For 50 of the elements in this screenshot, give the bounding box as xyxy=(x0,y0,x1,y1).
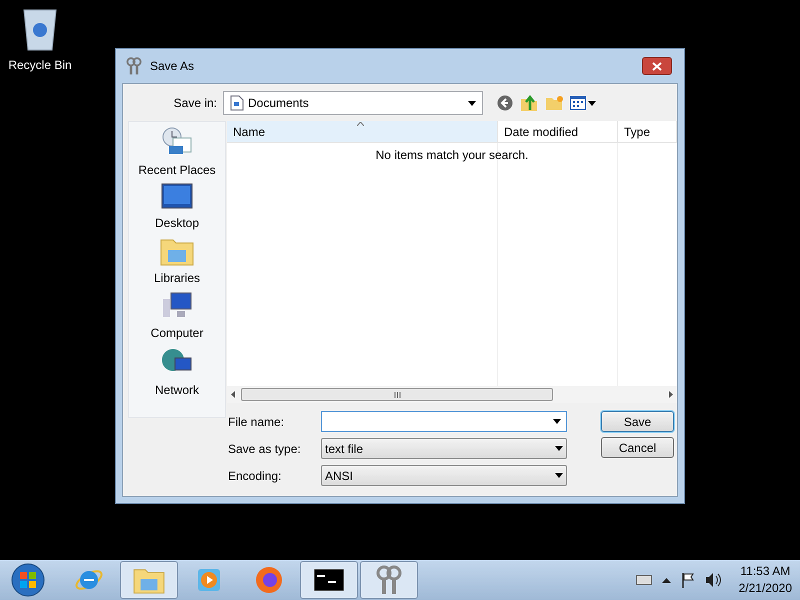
column-header[interactable]: Date modified xyxy=(498,121,618,142)
taskbar-button[interactable] xyxy=(300,561,358,599)
scroll-right-icon[interactable] xyxy=(669,391,673,398)
dropdown-arrow-icon xyxy=(555,473,563,478)
dropdown-arrow-icon xyxy=(553,419,561,424)
place-label[interactable]: Desktop xyxy=(154,214,200,232)
column-header[interactable]: Type xyxy=(618,121,677,142)
save-in-value: Documents xyxy=(248,95,310,112)
windows-logo-icon xyxy=(11,563,45,597)
place-label[interactable]: Computer xyxy=(150,324,204,342)
keys-icon[interactable] xyxy=(376,565,402,595)
fox-globe-icon[interactable] xyxy=(254,565,284,595)
desktop-icon-label[interactable]: Recycle Bin xyxy=(8,56,72,74)
folder-up-icon[interactable] xyxy=(520,94,538,112)
file-name-field[interactable] xyxy=(321,411,567,432)
close-button[interactable] xyxy=(642,57,672,75)
document-icon xyxy=(230,95,244,111)
close-icon xyxy=(652,62,662,70)
dropdown-arrow-icon xyxy=(588,100,596,106)
place-label[interactable]: Libraries xyxy=(154,269,200,287)
keys-icon xyxy=(126,57,142,75)
scroll-left-icon[interactable] xyxy=(231,391,235,398)
dropdown-arrow-icon xyxy=(555,446,563,451)
place-label[interactable]: Network xyxy=(154,381,199,399)
speaker-icon[interactable] xyxy=(704,572,721,588)
dialog-button[interactable]: Cancel xyxy=(601,437,674,458)
field-label: Encoding: xyxy=(227,468,282,484)
clock[interactable]: 11:53 AM 2/21/2020 xyxy=(738,563,792,597)
flag-icon[interactable] xyxy=(680,572,695,588)
empty-message: No items match your search. xyxy=(374,147,530,164)
terminal-icon[interactable] xyxy=(314,569,344,591)
field-label: File name: xyxy=(227,414,286,430)
up-arrow-icon[interactable] xyxy=(662,578,671,582)
grip-icon xyxy=(394,392,400,398)
save-in-dropdown[interactable]: Documents xyxy=(223,91,483,115)
horizontal-scrollbar[interactable] xyxy=(227,386,677,403)
keyboard-icon[interactable] xyxy=(636,575,652,585)
field-label: Save as type: xyxy=(227,440,302,458)
column-header[interactable]: Name xyxy=(227,121,498,142)
save-in-label: Save in: xyxy=(172,95,218,112)
window-title: Save As xyxy=(150,58,196,75)
place-label[interactable]: Recent Places xyxy=(138,161,216,179)
type-dropdown[interactable]: text file xyxy=(321,438,567,459)
back-icon[interactable] xyxy=(497,95,513,111)
view-menu-icon[interactable] xyxy=(570,96,596,110)
play-icon[interactable] xyxy=(196,567,222,593)
dropdown-arrow-icon xyxy=(468,100,476,106)
monitor-icon xyxy=(161,183,193,211)
type-dropdown[interactable]: ANSI xyxy=(321,465,567,486)
dialog-button[interactable]: Save xyxy=(601,411,674,432)
